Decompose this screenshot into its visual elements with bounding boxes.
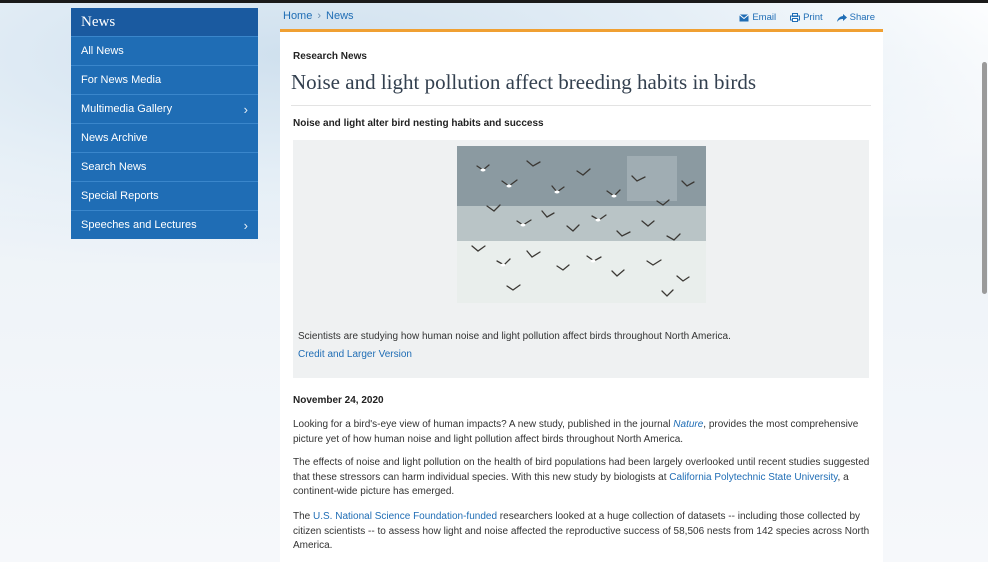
scrollbar-thumb[interactable] (982, 62, 987, 294)
sidebar-item-label: Speeches and Lectures (81, 219, 197, 231)
publish-date: November 24, 2020 (293, 395, 384, 406)
sidebar-item-special-reports[interactable]: Special Reports (71, 181, 258, 210)
sidebar-item-search-news[interactable]: Search News (71, 152, 258, 181)
email-button[interactable]: Email (739, 12, 776, 23)
sidebar-item-speeches-and-lectures[interactable]: Speeches and Lectures › (71, 210, 258, 239)
article-subtitle: Noise and light alter bird nesting habit… (293, 118, 544, 129)
breadcrumb-home-link[interactable]: Home (283, 10, 312, 22)
credit-link[interactable]: Credit and Larger Version (298, 349, 412, 360)
image-caption: Scientists are studying how human noise … (298, 331, 731, 342)
paragraph-text: Looking for a bird's-eye view of human i… (293, 419, 674, 430)
chevron-right-icon[interactable]: › (244, 102, 248, 117)
share-label: Share (849, 12, 875, 23)
print-label: Print (803, 12, 823, 23)
sidebar-item-all-news[interactable]: All News (71, 36, 258, 65)
breadcrumb: Home › News (283, 10, 354, 22)
print-button[interactable]: Print (790, 12, 823, 23)
sidebar-nav: News All News For News Media Multimedia … (71, 8, 258, 239)
birds-photo[interactable] (457, 146, 706, 303)
article-paragraph-1: Looking for a bird's-eye view of human i… (293, 418, 871, 447)
envelope-icon (739, 13, 750, 21)
sidebar-item-news-archive[interactable]: News Archive (71, 123, 258, 152)
email-label: Email (752, 12, 777, 23)
share-tools: Email Print Share (739, 12, 875, 23)
sidebar-item-for-news-media[interactable]: For News Media (71, 65, 258, 94)
breadcrumb-separator: › (317, 10, 322, 22)
paragraph-text: The (293, 511, 314, 522)
nature-journal-link[interactable]: Nature (673, 419, 703, 430)
share-arrow-icon (836, 13, 847, 22)
sidebar-heading: News (71, 8, 258, 36)
page-title: Noise and light pollution affect breedin… (291, 70, 757, 94)
nsf-funded-link[interactable]: U.S. National Science Foundation-funded (313, 511, 497, 522)
section-label: Research News (293, 51, 367, 62)
sidebar-item-label: All News (81, 45, 124, 57)
share-button[interactable]: Share (836, 12, 875, 23)
title-divider (291, 105, 871, 106)
sidebar-item-label: For News Media (81, 74, 162, 86)
article-paragraph-2: The effects of noise and light pollution… (293, 456, 871, 500)
article-card: Research News Noise and light pollution … (280, 29, 883, 569)
cal-poly-link[interactable]: California Polytechnic State University (669, 472, 837, 483)
sidebar-item-label: News Archive (81, 132, 148, 144)
breadcrumb-news-link[interactable]: News (326, 10, 354, 22)
chevron-right-icon[interactable]: › (244, 218, 248, 233)
article-paragraph-3: The U.S. National Science Foundation-fun… (293, 510, 871, 554)
sidebar-item-label: Special Reports (81, 190, 159, 202)
printer-icon (790, 13, 801, 22)
sidebar-item-label: Search News (81, 161, 147, 173)
article-figure: Scientists are studying how human noise … (293, 140, 869, 378)
flying-birds-illustration (457, 146, 706, 303)
sidebar-item-label: Multimedia Gallery (81, 103, 173, 115)
sidebar-item-multimedia-gallery[interactable]: Multimedia Gallery › (71, 94, 258, 123)
